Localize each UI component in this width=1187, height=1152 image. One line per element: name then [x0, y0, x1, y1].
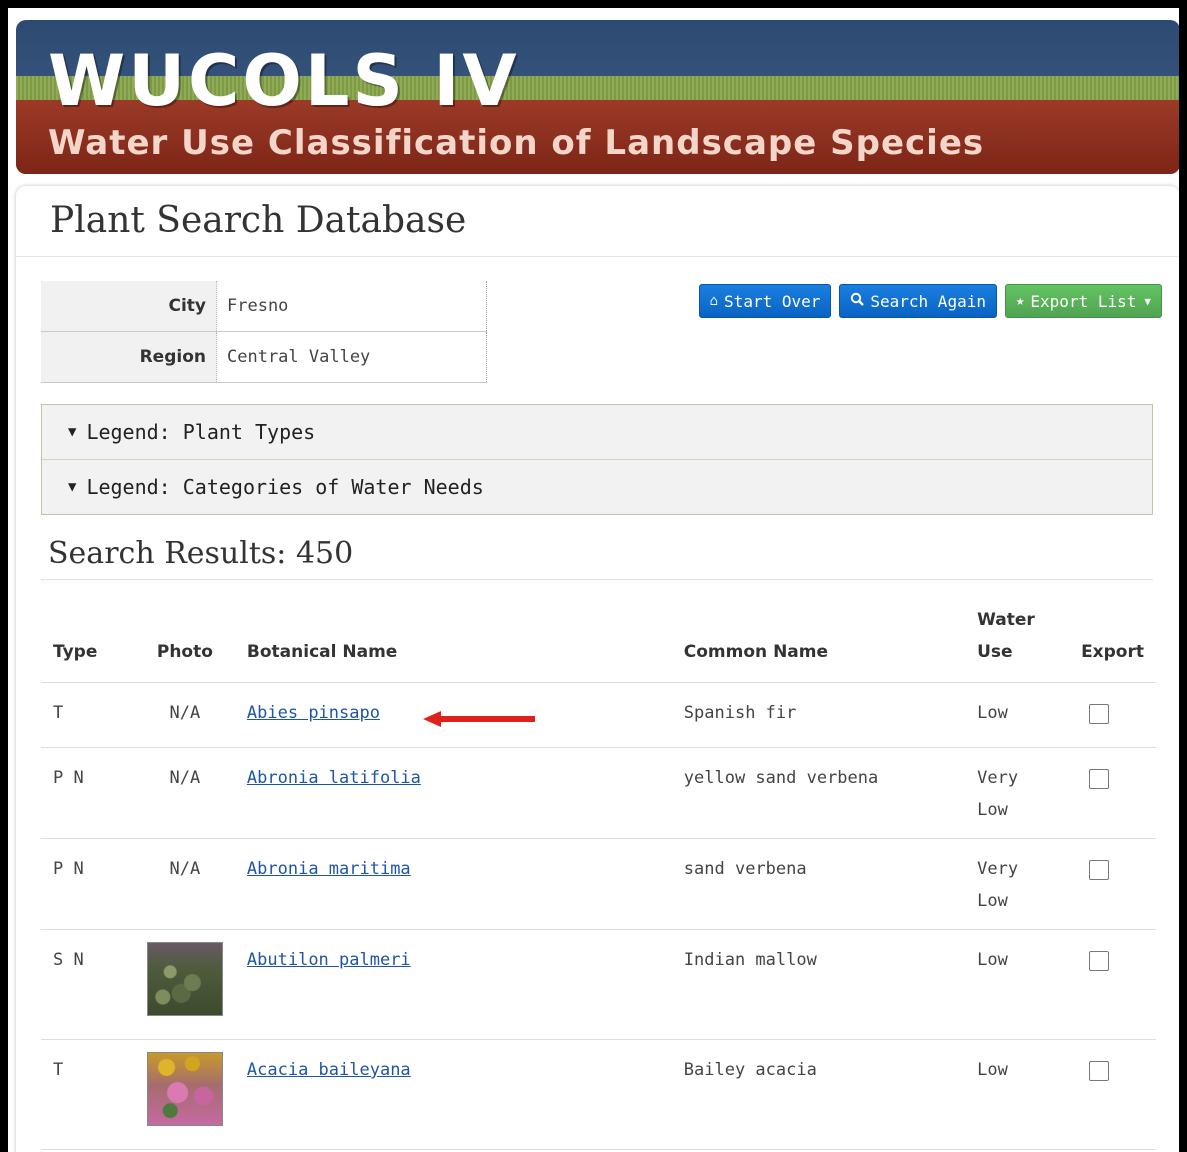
star-icon: ★ [1015, 293, 1025, 309]
plant-photo-thumbnail[interactable] [146, 1052, 223, 1126]
col-type: Type [41, 604, 135, 683]
legend-water-needs[interactable]: ▼ Legend: Categories of Water Needs [42, 459, 1152, 514]
export-cell [1069, 929, 1156, 1040]
page-title: Plant Search Database [50, 200, 467, 241]
type-cell: P N [41, 838, 135, 930]
export-checkbox[interactable] [1089, 860, 1110, 880]
botanical-name-link[interactable]: Abutilon palmeri [247, 950, 411, 970]
city-label: City [41, 281, 217, 332]
col-water-use: Water Use [965, 604, 1070, 683]
export-checkbox[interactable] [1089, 1061, 1110, 1081]
export-cell [1069, 838, 1156, 930]
col-export: Export [1069, 604, 1156, 683]
common-name-cell: Bailey acacia [671, 1039, 966, 1150]
table-row: T Acacia baileyana Bailey acacia Low [41, 1039, 1156, 1150]
caret-down-icon: ▼ [1144, 294, 1151, 308]
search-again-button[interactable]: Search Again [839, 284, 997, 318]
type-cell: T [41, 682, 135, 748]
table-row: P N N/A Abronia latifolia yellow sand ve… [41, 747, 1156, 839]
water-use-cell: Very Low [965, 747, 1070, 839]
export-checkbox[interactable] [1089, 704, 1110, 724]
plant-photo-thumbnail[interactable] [146, 942, 223, 1016]
table-row: S N Abutilon palmeri Indian mallow Low [41, 929, 1156, 1040]
col-common: Common Name [671, 604, 966, 683]
table-row: P N N/A Abronia maritima sand verbena Ve… [41, 838, 1156, 930]
legend-plant-types[interactable]: ▼ Legend: Plant Types [42, 405, 1152, 459]
search-icon [850, 292, 865, 310]
type-cell: P N [41, 747, 135, 839]
botanical-cell: Abronia maritima [234, 838, 672, 930]
col-botanical: Botanical Name [234, 604, 672, 683]
start-over-label: Start Over [724, 291, 821, 311]
divider [41, 579, 1153, 580]
location-table: City Fresno Region Central Valley [41, 281, 487, 383]
divider [16, 256, 1179, 257]
export-cell [1069, 747, 1156, 839]
red-arrow-annotation [423, 711, 535, 727]
photo-cell [134, 929, 235, 1040]
legend-water-needs-label: Legend: Categories of Water Needs [86, 475, 484, 499]
region-value: Central Valley [216, 331, 487, 383]
water-use-cell: Low [965, 1039, 1070, 1150]
water-use-cell: Low [965, 929, 1070, 1040]
site-subtitle: Water Use Classification of Landscape Sp… [48, 123, 985, 163]
table-header-row: Type Photo Botanical Name Common Name Wa… [41, 604, 1156, 683]
export-checkbox[interactable] [1089, 769, 1110, 789]
region-label: Region [41, 331, 217, 383]
botanical-cell: Abronia latifolia [234, 747, 672, 839]
botanical-cell: Acacia baileyana [234, 1039, 672, 1150]
results-count-heading: Search Results: 450 [48, 536, 354, 571]
start-over-button[interactable]: ⌂ Start Over [698, 284, 832, 318]
botanical-name-link[interactable]: Acacia baileyana [247, 1060, 411, 1080]
col-water-use-line1: Water [977, 610, 1035, 630]
legend-accordion: ▼ Legend: Plant Types ▼ Legend: Categori… [41, 404, 1153, 515]
botanical-name-link[interactable]: Abies pinsapo [247, 703, 380, 723]
main-card: Plant Search Database City Fresno Region… [16, 186, 1179, 1152]
city-row: City Fresno [41, 281, 487, 332]
type-cell: T [41, 1039, 135, 1150]
legend-plant-types-label: Legend: Plant Types [86, 420, 316, 444]
region-row: Region Central Valley [41, 331, 487, 383]
water-use-line1: Very [977, 768, 1019, 788]
photo-cell: N/A [134, 747, 235, 839]
export-list-label: Export List [1030, 291, 1137, 311]
city-value: Fresno [216, 281, 487, 332]
export-cell [1069, 1039, 1156, 1150]
water-use-line2: Low [977, 891, 1008, 911]
common-name-cell: sand verbena [671, 838, 966, 930]
table-row: T N/A Abies pinsapo Spanish fir Low [41, 682, 1156, 748]
botanical-name-link[interactable]: Abronia maritima [247, 859, 411, 879]
botanical-name-link[interactable]: Abronia latifolia [247, 768, 421, 788]
results-table: Type Photo Botanical Name Common Name Wa… [41, 604, 1156, 1150]
botanical-cell: Abutilon palmeri [234, 929, 672, 1040]
home-icon: ⌂ [709, 293, 719, 309]
common-name-cell: yellow sand verbena [671, 747, 966, 839]
search-again-label: Search Again [870, 291, 986, 311]
export-list-button[interactable]: ★ Export List ▼ [1004, 284, 1162, 318]
site-logo-title: WUCOLS IV [48, 40, 520, 122]
water-use-line1: Very [977, 859, 1019, 879]
col-water-use-line2: Use [977, 642, 1013, 662]
site-banner: WUCOLS IV Water Use Classification of La… [16, 20, 1179, 174]
col-photo: Photo [134, 604, 235, 683]
photo-cell [134, 1039, 235, 1150]
water-use-cell: Low [965, 682, 1070, 748]
photo-cell: N/A [134, 682, 235, 748]
water-use-line2: Low [977, 800, 1008, 820]
type-cell: S N [41, 929, 135, 1040]
water-use-cell: Very Low [965, 838, 1070, 930]
triangle-down-icon: ▼ [68, 479, 77, 495]
action-buttons: ⌂ Start Over Search Again ★ Export List … [698, 284, 1162, 318]
common-name-cell: Spanish fir [671, 682, 966, 748]
export-checkbox[interactable] [1089, 951, 1110, 971]
common-name-cell: Indian mallow [671, 929, 966, 1040]
photo-cell: N/A [134, 838, 235, 930]
export-cell [1069, 682, 1156, 748]
triangle-down-icon: ▼ [68, 424, 77, 440]
page-frame: WUCOLS IV Water Use Classification of La… [8, 8, 1179, 1152]
